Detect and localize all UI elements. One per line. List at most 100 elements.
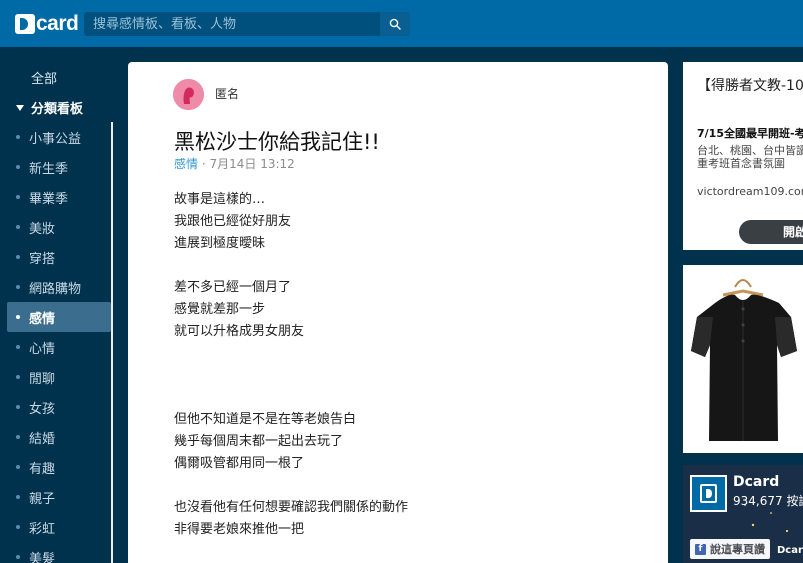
sidebar-item-label: 小事公益 bbox=[29, 131, 82, 147]
top-header: card bbox=[0, 0, 803, 47]
dcard-logo-icon bbox=[15, 14, 35, 34]
sidebar-item-board[interactable]: 彩虹 bbox=[7, 512, 111, 542]
ad-title: 【得勝者文教-10班】 bbox=[697, 78, 803, 94]
post-line: 我跟他已經從好朋友 bbox=[174, 214, 292, 229]
bullet-icon bbox=[16, 555, 20, 559]
bullet-icon bbox=[16, 285, 20, 289]
sidebar-item-board[interactable]: 心情 bbox=[7, 332, 111, 362]
post-line: 故事是這樣的… bbox=[174, 192, 266, 207]
ad-subtitle: 7/15全國最早開班-考 bbox=[697, 127, 803, 140]
bullet-icon bbox=[16, 255, 20, 259]
sidebar-scrollbar[interactable] bbox=[111, 122, 113, 563]
sidebar-item-label: 穿搭 bbox=[29, 251, 56, 267]
post-line: 感覺就差那一步 bbox=[174, 302, 266, 317]
sidebar-item-label: 新生季 bbox=[29, 161, 69, 177]
fb-like-page-label: 說這專頁讚 bbox=[710, 543, 765, 556]
sidebar-item-board[interactable]: 小事公益 bbox=[7, 122, 111, 152]
product-ad[interactable] bbox=[683, 265, 803, 453]
dcard-page-logo[interactable] bbox=[690, 475, 727, 512]
ad-url: victordream109.com bbox=[697, 185, 803, 198]
bullet-icon bbox=[16, 225, 20, 229]
post-line bbox=[174, 343, 408, 365]
black-lace-blouse-image bbox=[683, 265, 803, 453]
logo-text: card bbox=[36, 12, 79, 35]
bullet-icon bbox=[16, 195, 20, 199]
bullet-icon bbox=[16, 435, 20, 439]
sidebar-item-board[interactable]: 有趣 bbox=[7, 452, 111, 482]
sidebar-item-board[interactable]: 美髮 bbox=[7, 542, 111, 563]
meta-separator: · bbox=[198, 157, 210, 171]
sidebar-item-board[interactable]: 美妝 bbox=[7, 212, 111, 242]
post-line: 差不多已經一個月了 bbox=[174, 280, 292, 295]
post-line: 就可以升格成男女朋友 bbox=[174, 324, 305, 339]
board-link[interactable]: 感情 bbox=[174, 157, 198, 171]
bullet-icon bbox=[16, 375, 20, 379]
sidebar-item-board[interactable]: 結婚 bbox=[7, 422, 111, 452]
avatar[interactable] bbox=[173, 79, 204, 110]
post-line bbox=[174, 255, 408, 277]
bullet-icon bbox=[16, 165, 20, 169]
post-line: 幾乎每個周末都一起出去玩了 bbox=[174, 434, 344, 449]
post-title: 黑松沙士你給我記住!! bbox=[174, 130, 380, 154]
bullet-icon bbox=[16, 315, 20, 319]
sidebar-item-board[interactable]: 穿搭 bbox=[7, 242, 111, 272]
bullet-icon bbox=[16, 405, 20, 409]
bullet-icon bbox=[16, 495, 20, 499]
fb-page-name[interactable]: Dcard bbox=[733, 474, 779, 490]
dcard-logo[interactable]: card bbox=[15, 12, 79, 36]
facebook-icon: f bbox=[695, 543, 706, 555]
sidebar-item-board[interactable]: 女孩 bbox=[7, 392, 111, 422]
sidebar-item-label: 感情 bbox=[29, 311, 56, 327]
sidebar-item-board[interactable]: 親子 bbox=[7, 482, 111, 512]
post-line bbox=[174, 387, 408, 409]
bullet-icon bbox=[16, 345, 20, 349]
sidebar-item-label: 心情 bbox=[29, 341, 56, 357]
fb-like-page-button[interactable]: f 說這專頁讚 bbox=[690, 539, 770, 559]
sidebar-item-board[interactable]: 新生季 bbox=[7, 152, 111, 182]
sidebar-item-label: 親子 bbox=[29, 491, 56, 507]
sidebar-section-boards[interactable]: 分類看板 bbox=[16, 98, 83, 117]
post-card: 匿名 黑松沙士你給我記住!! 感情 · 7月14日 13:12 故事是這樣的… 我… bbox=[128, 62, 668, 563]
sidebar-item-label: 閒聊 bbox=[29, 371, 56, 387]
sidebar: 全部 分類看板 小事公益新生季畢業季美妝穿搭網路購物感情心情閒聊女孩結婚有趣親子… bbox=[0, 47, 113, 563]
post-content: 故事是這樣的… 我跟他已經從好朋友 進展到極度曖昧差不多已經一個月了 感覺就差那一步就… bbox=[174, 189, 408, 541]
post-line bbox=[174, 475, 408, 497]
post-line bbox=[174, 365, 408, 387]
sidebar-item-label: 畢業季 bbox=[29, 191, 69, 207]
search-icon bbox=[389, 18, 401, 30]
post-meta: 感情 · 7月14日 13:12 bbox=[174, 155, 295, 172]
post-date: 7月14日 13:12 bbox=[209, 157, 295, 171]
sidebar-item-board[interactable]: 網路購物 bbox=[7, 272, 111, 302]
sidebar-item-label: 美髮 bbox=[29, 551, 56, 563]
fb-like-count: 934,677 按讚 bbox=[733, 494, 803, 508]
ad-open-button[interactable]: 開啟 bbox=[739, 220, 803, 244]
anonymous-female-icon bbox=[173, 79, 204, 110]
dcard-d-icon bbox=[700, 484, 717, 503]
sidebar-item-label: 美妝 bbox=[29, 221, 56, 237]
post-line: 也沒看他有任何想要確認我們關係的動作 bbox=[174, 500, 409, 515]
sidebar-item-board[interactable]: 畢業季 bbox=[7, 182, 111, 212]
post-line: 但他不知道是不是在等老娘告白 bbox=[174, 412, 357, 427]
post-line: 進展到極度曖昧 bbox=[174, 236, 266, 251]
post-line: 非得要老娘來推他一把 bbox=[174, 522, 305, 537]
sidebar-item-label: 結婚 bbox=[29, 431, 56, 447]
search-button[interactable] bbox=[380, 12, 410, 36]
sidebar-item-board[interactable]: 感情 bbox=[7, 302, 111, 332]
sidebar-item-label: 有趣 bbox=[29, 461, 56, 477]
sidebar-item-label: 網路購物 bbox=[29, 281, 82, 297]
facebook-page-widget[interactable]: Dcard 934,677 按讚 f 說這專頁讚 Dcard bbox=[683, 465, 803, 563]
sidebar-item-label: 女孩 bbox=[29, 401, 56, 417]
caret-down-icon bbox=[16, 104, 24, 111]
post-line: 偶爾吸管都用同一根了 bbox=[174, 456, 305, 471]
board-list: 小事公益新生季畢業季美妝穿搭網路購物感情心情閒聊女孩結婚有趣親子彩虹美髮 bbox=[7, 122, 111, 563]
bullet-icon bbox=[16, 465, 20, 469]
sidebar-section-label: 分類看板 bbox=[31, 102, 84, 117]
search-input[interactable] bbox=[84, 12, 380, 36]
sidebar-item-label: 彩虹 bbox=[29, 521, 56, 537]
sidebar-item-board[interactable]: 閒聊 bbox=[7, 362, 111, 392]
author-name: 匿名 bbox=[215, 87, 240, 101]
bullet-icon bbox=[16, 135, 20, 139]
sponsored-ad[interactable]: 【得勝者文教-10班】 7/15全國最早開班-考 台北、桃園、台中皆讀書環境。重… bbox=[683, 62, 803, 250]
search-bar bbox=[84, 12, 410, 36]
sidebar-item-all[interactable]: 全部 bbox=[31, 68, 57, 87]
